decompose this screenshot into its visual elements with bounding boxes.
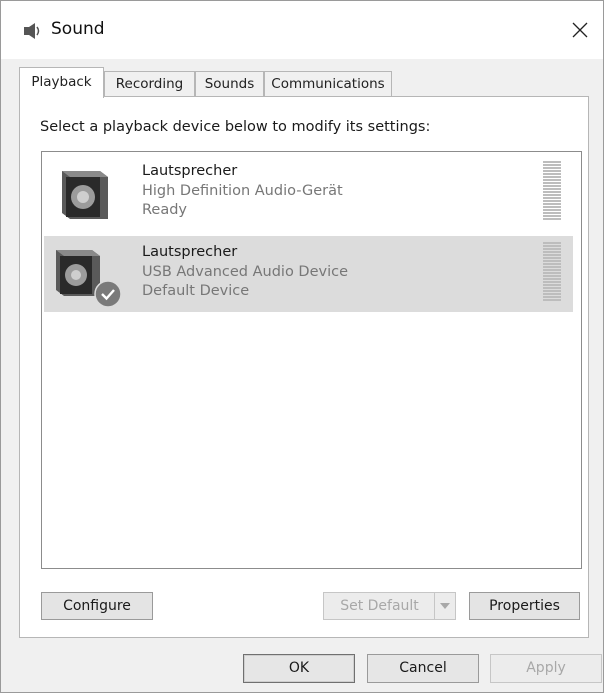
- level-meter: [543, 242, 561, 304]
- device-status: Default Device: [142, 283, 250, 299]
- tab-sounds[interactable]: Sounds: [195, 71, 264, 96]
- apply-button[interactable]: Apply: [490, 654, 602, 683]
- properties-button[interactable]: Properties: [469, 592, 580, 620]
- check-badge-icon: [94, 280, 122, 308]
- title-bar: Sound: [1, 1, 603, 59]
- close-icon: [572, 22, 588, 38]
- device-list: Lautsprecher High Definition Audio-Gerät…: [41, 151, 582, 569]
- device-description: USB Advanced Audio Device: [142, 264, 349, 280]
- cancel-button[interactable]: Cancel: [367, 654, 479, 683]
- device-name: Lautsprecher: [142, 163, 238, 179]
- speaker-icon: [24, 23, 40, 39]
- ok-button[interactable]: OK: [243, 654, 355, 683]
- level-meter: [543, 161, 561, 223]
- device-name: Lautsprecher: [142, 244, 238, 260]
- set-default-button[interactable]: Set Default: [323, 592, 456, 620]
- instruction-text: Select a playback device below to modify…: [40, 119, 431, 135]
- close-button[interactable]: [563, 13, 597, 47]
- device-item[interactable]: Lautsprecher USB Advanced Audio Device D…: [44, 236, 573, 312]
- tab-playback[interactable]: Playback: [19, 67, 104, 98]
- tab-communications[interactable]: Communications: [264, 71, 392, 96]
- set-default-label: Set Default: [340, 598, 419, 614]
- device-status: Ready: [142, 202, 188, 218]
- set-default-dropdown[interactable]: [434, 593, 455, 619]
- chevron-down-icon: [440, 603, 450, 609]
- speaker-icon: [62, 171, 108, 219]
- window-title: Sound: [51, 19, 105, 39]
- playback-panel: Select a playback device below to modify…: [19, 96, 589, 638]
- device-item[interactable]: Lautsprecher High Definition Audio-Gerät…: [44, 155, 573, 231]
- sound-dialog: Sound Playback Recording Sounds Communic…: [0, 0, 604, 693]
- device-description: High Definition Audio-Gerät: [142, 183, 343, 199]
- configure-button[interactable]: Configure: [41, 592, 153, 620]
- tab-recording[interactable]: Recording: [104, 71, 195, 96]
